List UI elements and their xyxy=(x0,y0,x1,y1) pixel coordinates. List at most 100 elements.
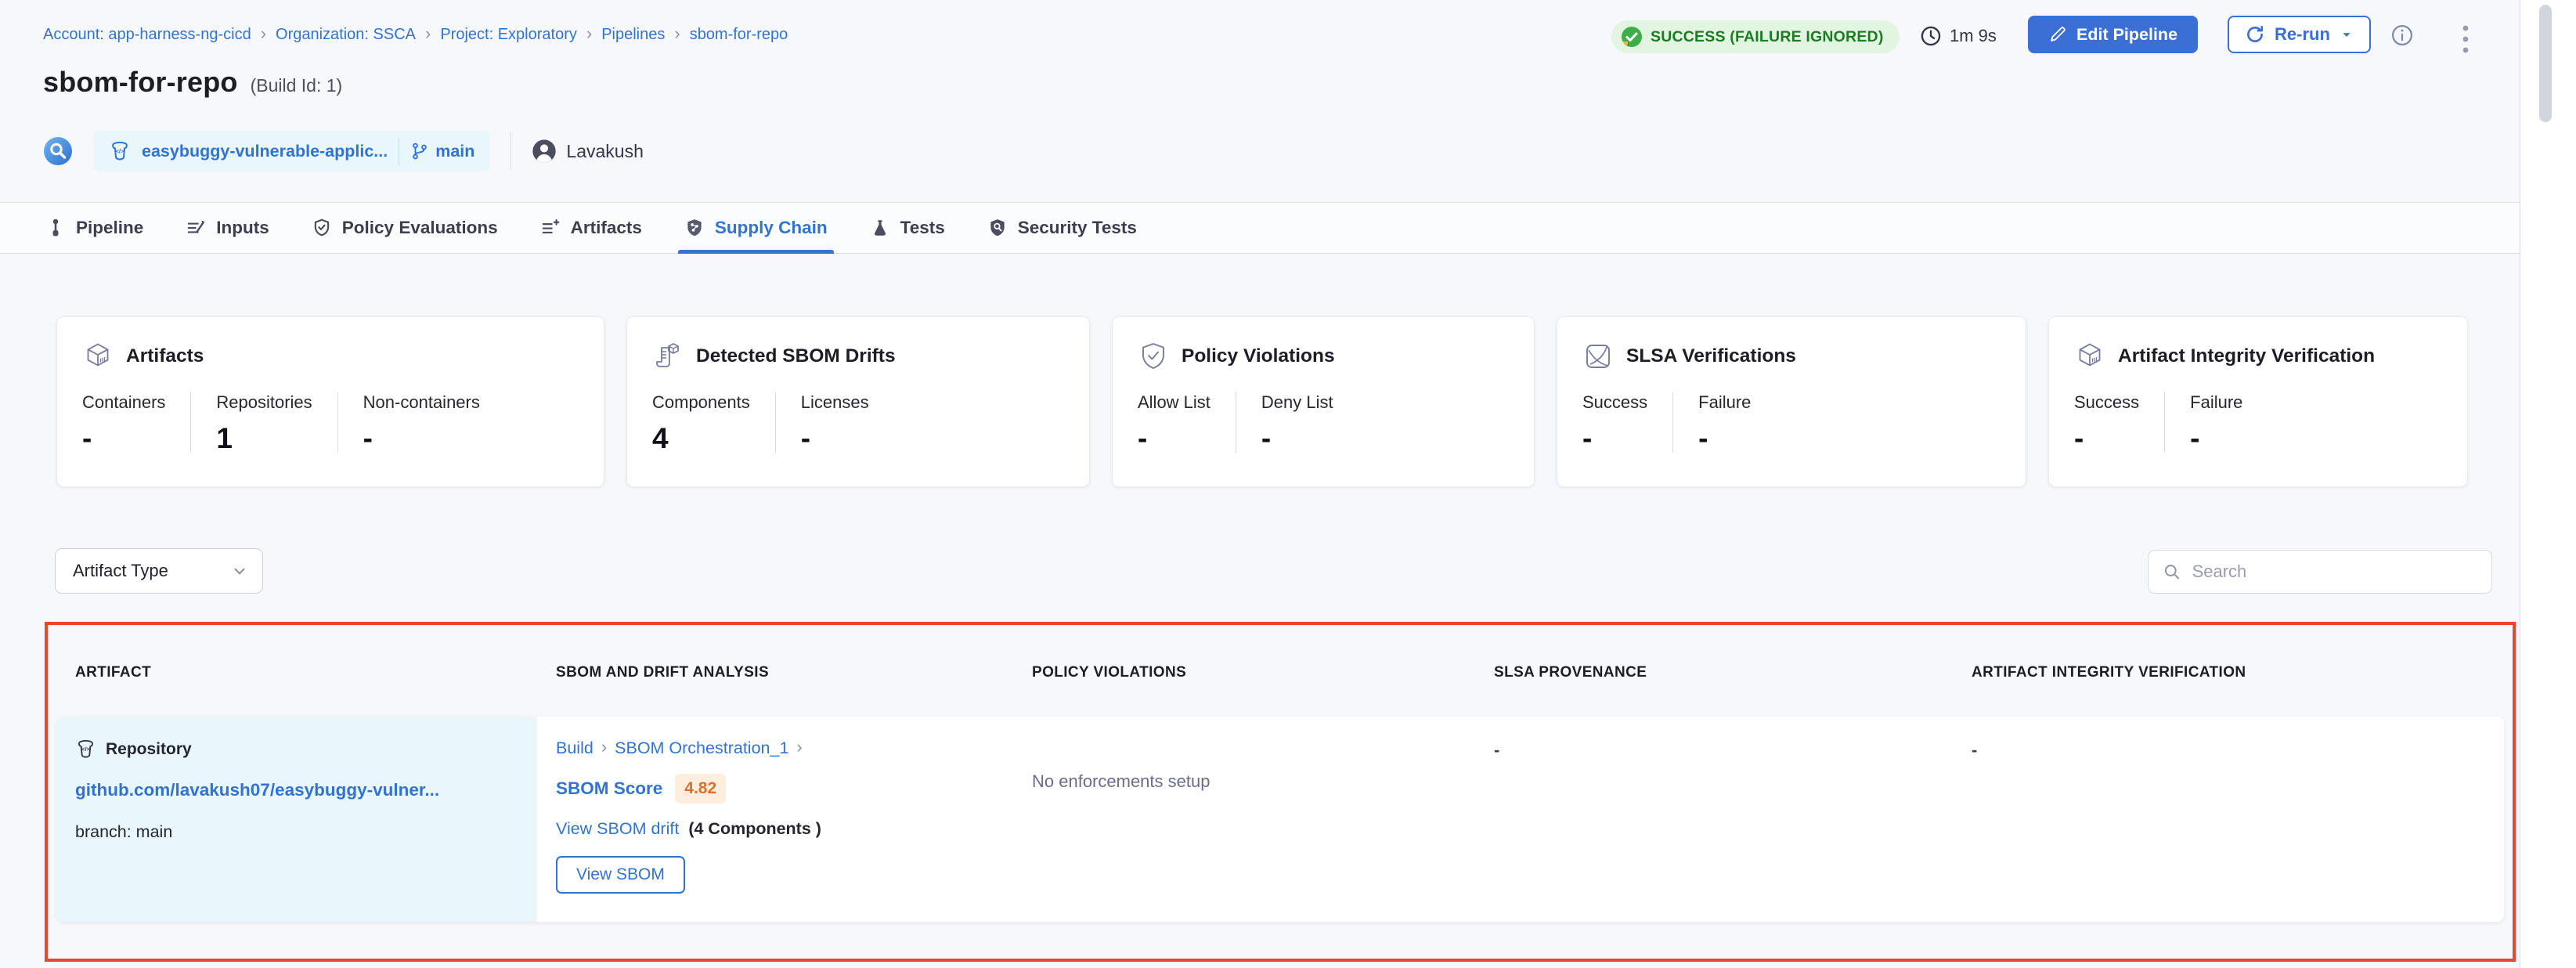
tab-label: Policy Evaluations xyxy=(342,218,498,238)
duration: 1m 9s xyxy=(1920,25,1997,47)
breadcrumb-project[interactable]: Project: Exploratory xyxy=(440,26,577,44)
execution-meta-row: </> easybuggy-vulnerable-applic... main … xyxy=(43,130,644,172)
breadcrumb-organization[interactable]: Organization: SSCA xyxy=(276,26,416,44)
tab-artifacts[interactable]: Artifacts xyxy=(540,203,642,253)
metric-allow-list: Allow List - xyxy=(1138,392,1236,453)
supply-chain-page: Account: app-harness-ng-cicd › Organizat… xyxy=(0,0,2576,968)
tab-label: Tests xyxy=(900,218,945,238)
chevron-right-icon: › xyxy=(586,25,592,45)
supply-chain-shield-icon xyxy=(684,218,705,238)
info-icon[interactable] xyxy=(2390,23,2414,47)
sbom-path-build-link[interactable]: Build xyxy=(556,739,593,758)
card-artifact-integrity: Artifact Integrity Verification Success … xyxy=(2048,316,2468,487)
inputs-icon xyxy=(186,218,206,238)
metric-repositories: Repositories 1 xyxy=(190,392,337,453)
card-slsa-verifications: SLSA Verifications Success - Failure - xyxy=(1557,316,2026,487)
tab-supply-chain[interactable]: Supply Chain xyxy=(684,203,828,253)
kebab-menu-icon[interactable] xyxy=(2459,20,2473,58)
chevron-right-icon: › xyxy=(601,739,607,758)
search-input[interactable] xyxy=(2192,562,2477,582)
breadcrumb-pipelines[interactable]: Pipelines xyxy=(601,26,665,44)
chevron-right-icon: › xyxy=(425,25,431,45)
scrollbar-thumb[interactable] xyxy=(2539,5,2552,122)
caret-down-icon xyxy=(2340,27,2354,42)
status-badge: SUCCESS (FAILURE IGNORED) xyxy=(1611,20,1900,53)
metric-slsa-success: Success - xyxy=(1582,392,1672,453)
rerun-button[interactable]: Re-run xyxy=(2228,16,2371,53)
clock-icon xyxy=(1920,25,1942,47)
breadcrumb: Account: app-harness-ng-cicd › Organizat… xyxy=(43,25,788,45)
tab-inputs[interactable]: Inputs xyxy=(186,203,269,253)
col-artifact: ARTIFACT xyxy=(56,664,537,681)
security-shield-icon xyxy=(987,218,1008,238)
artifact-cell: </> Repository github.com/lavakush07/eas… xyxy=(56,717,537,922)
tab-tests[interactable]: Tests xyxy=(870,203,945,253)
sbom-pipeline-path: Build › SBOM Orchestration_1 › xyxy=(556,739,994,758)
sbom-score-link[interactable]: SBOM Score xyxy=(556,778,662,799)
search-icon xyxy=(2163,562,2181,582)
shield-check-icon xyxy=(1138,341,1169,372)
artifact-type-dropdown[interactable]: Artifact Type xyxy=(55,548,263,594)
shield-check-icon xyxy=(312,218,332,238)
sbom-drift-cell: Build › SBOM Orchestration_1 › SBOM Scor… xyxy=(537,717,1013,922)
policy-violations-cell: No enforcements setup xyxy=(1013,717,1475,922)
repository-icon: </> xyxy=(75,739,96,760)
edit-pipeline-button[interactable]: Edit Pipeline xyxy=(2028,16,2198,53)
success-check-icon xyxy=(1621,26,1643,48)
sbom-path-orchestration-link[interactable]: SBOM Orchestration_1 xyxy=(615,739,788,758)
repo-pill[interactable]: </> easybuggy-vulnerable-applic... main xyxy=(93,131,490,172)
tab-pipeline[interactable]: Pipeline xyxy=(45,203,143,253)
title-row: sbom-for-repo (Build Id: 1) xyxy=(43,66,342,99)
branch-selector[interactable]: main xyxy=(410,142,474,161)
chevron-right-icon: › xyxy=(261,25,266,45)
slsa-icon xyxy=(1582,341,1614,372)
tab-label: Inputs xyxy=(216,218,269,238)
artifact-repo-link[interactable]: github.com/lavakush07/easybuggy-vulner..… xyxy=(75,780,518,800)
card-title: SLSA Verifications xyxy=(1626,345,1796,367)
git-branch-icon xyxy=(410,142,429,161)
card-artifacts: Artifacts Containers - Repositories 1 No… xyxy=(56,316,604,487)
metric-non-containers: Non-containers - xyxy=(337,392,505,453)
sbom-scroll-icon xyxy=(652,341,684,372)
drift-components-count: (4 Components ) xyxy=(688,819,821,839)
summary-cards: Artifacts Containers - Repositories 1 No… xyxy=(56,316,2468,487)
artifact-table-row: </> Repository github.com/lavakush07/eas… xyxy=(56,717,2504,922)
view-sbom-button[interactable]: View SBOM xyxy=(556,856,685,894)
tab-label: Pipeline xyxy=(76,218,143,238)
card-sbom-drifts: Detected SBOM Drifts Components 4 Licens… xyxy=(626,316,1090,487)
metric-containers: Containers - xyxy=(82,392,190,453)
svg-text:</>: </> xyxy=(115,148,124,155)
breadcrumb-pipeline-name[interactable]: sbom-for-repo xyxy=(690,26,788,44)
user-name: Lavakush xyxy=(566,141,643,162)
tab-security-tests[interactable]: Security Tests xyxy=(987,203,1137,253)
col-artifact-integrity: ARTIFACT INTEGRITY VERIFICATION xyxy=(1953,664,2504,681)
artifacts-list-icon xyxy=(540,218,561,238)
svg-text:</>: </> xyxy=(81,746,90,753)
rerun-label: Re-run xyxy=(2275,24,2330,45)
repository-icon: </> xyxy=(109,140,131,162)
chevron-right-icon: › xyxy=(674,25,680,45)
build-id-label: (Build Id: 1) xyxy=(251,75,343,96)
page-title: sbom-for-repo xyxy=(43,66,238,99)
sbom-score-badge: 4.82 xyxy=(675,774,726,804)
scrollbar-track[interactable] xyxy=(2520,0,2576,968)
cube-icon xyxy=(82,341,114,372)
cube-icon xyxy=(2074,341,2105,372)
tab-policy-evaluations[interactable]: Policy Evaluations xyxy=(312,203,498,253)
tab-label: Security Tests xyxy=(1018,218,1137,238)
col-sbom-drift: SBOM AND DRIFT ANALYSIS xyxy=(537,664,1013,681)
search-box xyxy=(2148,550,2492,594)
artifact-type-label: Repository xyxy=(106,740,192,759)
card-title: Policy Violations xyxy=(1182,345,1335,367)
metric-components: Components 4 xyxy=(652,392,775,453)
refresh-icon xyxy=(2245,24,2265,45)
slsa-provenance-cell: - xyxy=(1475,717,1953,922)
repo-name: easybuggy-vulnerable-applic... xyxy=(142,142,388,161)
scan-module-icon xyxy=(43,136,73,166)
card-title: Artifacts xyxy=(126,345,204,367)
tab-label: Supply Chain xyxy=(715,218,828,238)
view-sbom-drift-link[interactable]: View SBOM drift xyxy=(556,819,679,839)
col-policy-violations: POLICY VIOLATIONS xyxy=(1013,664,1475,681)
chevron-right-icon: › xyxy=(796,739,802,758)
breadcrumb-account[interactable]: Account: app-harness-ng-cicd xyxy=(43,26,251,44)
